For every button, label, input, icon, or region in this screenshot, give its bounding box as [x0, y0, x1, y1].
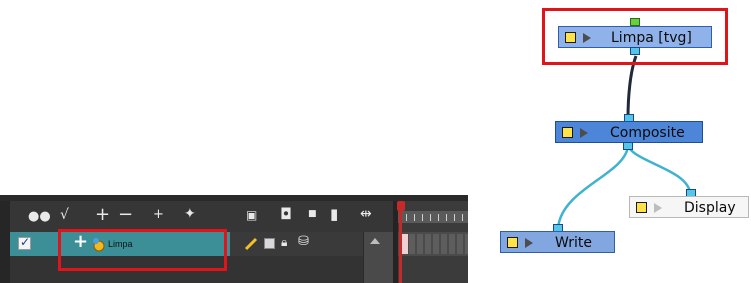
- wire-limpa-composite: [626, 55, 638, 119]
- wire-composite-display: [626, 145, 692, 194]
- node-color-icon: [507, 237, 518, 248]
- node-color-icon: [562, 127, 573, 138]
- highlight-box-node: [542, 8, 728, 65]
- node-composite-output-port[interactable]: [623, 142, 633, 150]
- node-label: Display: [684, 200, 736, 216]
- node-label: Write: [555, 235, 592, 251]
- node-display[interactable]: Display: [629, 196, 749, 218]
- node-expand-icon[interactable]: [654, 203, 662, 213]
- node-expand-icon[interactable]: [580, 128, 588, 138]
- wire-composite-write: [556, 145, 630, 229]
- node-composite[interactable]: Composite: [555, 121, 703, 143]
- node-write[interactable]: Write: [500, 231, 615, 253]
- node-color-icon: [636, 202, 647, 213]
- node-label: Composite: [610, 125, 685, 141]
- node-expand-icon[interactable]: [525, 238, 533, 248]
